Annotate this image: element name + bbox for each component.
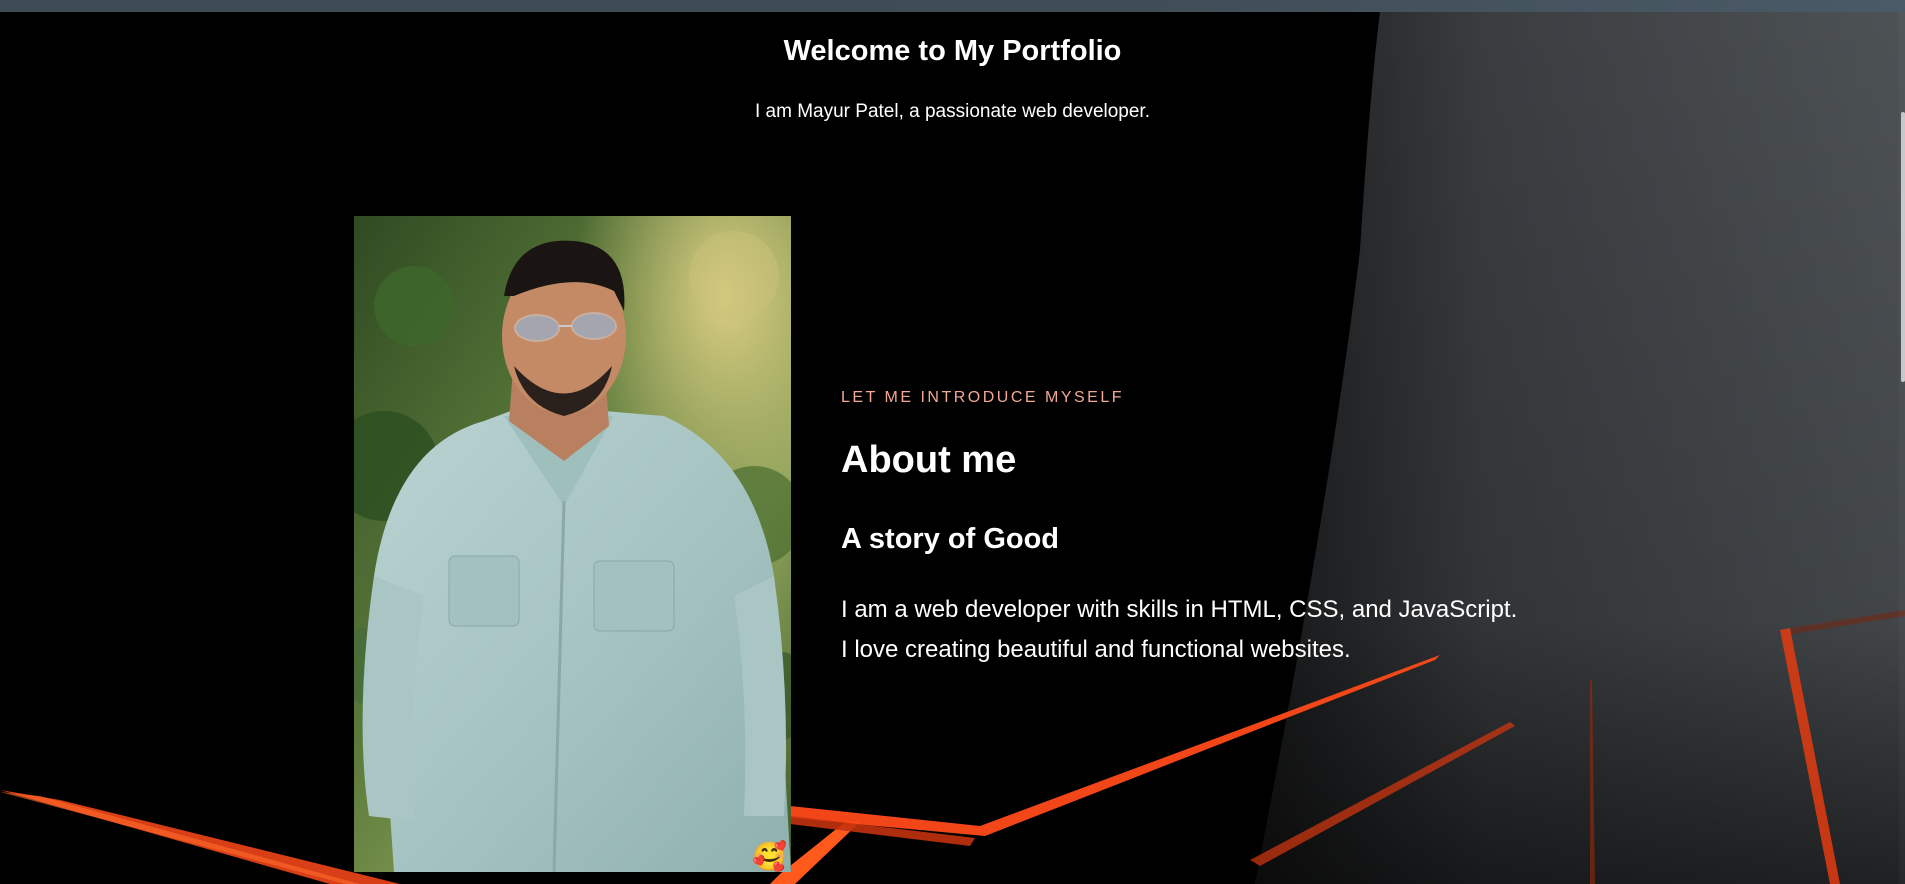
browser-top-bar: [0, 0, 1905, 12]
about-bio: I am a web developer with skills in HTML…: [841, 590, 1741, 670]
scrollbar[interactable]: [1899, 12, 1905, 884]
hero-header: Welcome to My Portfolio I am Mayur Patel…: [0, 34, 1905, 124]
intro-eyebrow: LET ME INTRODUCE MYSELF: [841, 389, 1125, 406]
about-subheading: A story of Good: [841, 523, 1060, 555]
page-title: Welcome to My Portfolio: [783, 35, 1122, 67]
scrollbar-thumb[interactable]: [1901, 112, 1905, 382]
portfolio-page: Welcome to My Portfolio I am Mayur Patel…: [0, 0, 1905, 884]
bio-line: I love creating beautiful and functional…: [841, 636, 1351, 663]
about-heading: About me: [841, 439, 1017, 481]
profile-photo: 🥰: [354, 216, 791, 872]
bio-line: I am a web developer with skills in HTML…: [841, 596, 1518, 623]
page-subtitle: I am Mayur Patel, a passionate web devel…: [754, 101, 1150, 122]
heart-face-emoji-icon: 🥰: [752, 839, 787, 872]
about-section: LET ME INTRODUCE MYSELF About me A story…: [841, 388, 1741, 670]
